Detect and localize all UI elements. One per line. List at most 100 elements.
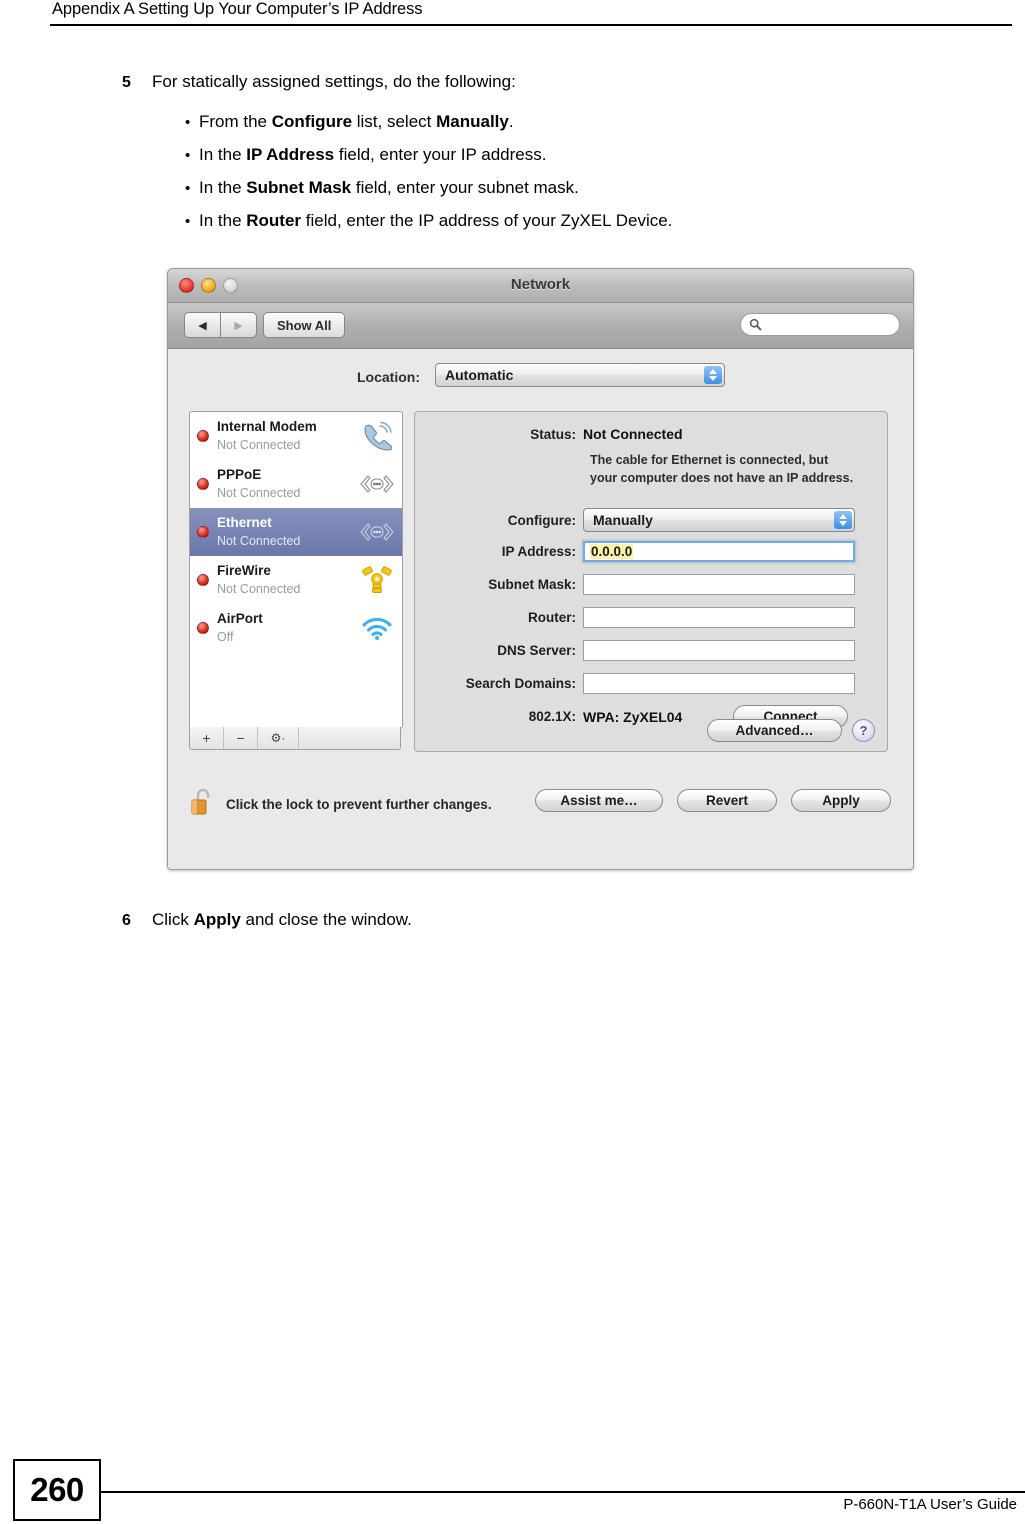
bullet-text: In the Subnet Mask field, enter your sub… [199,178,579,197]
interface-name: FireWire [217,563,271,578]
sidebar-item-airport[interactable]: AirPort Off [190,604,402,652]
bold-term: Router [246,211,302,230]
list-item: • In the Subnet Mask field, enter your s… [185,178,672,211]
back-button[interactable]: ◀ [184,312,220,338]
bold-term: Manually [436,112,509,131]
window-footer: Click the lock to prevent further change… [168,779,913,837]
page-footer: 260 P-660N-T1A User’s Guide [0,1444,1025,1524]
page-number: 260 [30,1471,84,1508]
bold-term: Configure [271,112,353,131]
location-row: Location: Automatic [168,349,913,401]
search-domains-input[interactable] [583,673,855,694]
bullet-icon: • [185,147,191,164]
search-domains-label: Search Domains: [465,676,576,691]
apply-button[interactable]: Apply [791,789,891,812]
window-footer-buttons: Assist me… Revert Apply [535,789,891,812]
dns-server-label: DNS Server: [497,643,576,658]
step-6-number: 6 [122,912,131,929]
page-number-box: 260 [13,1459,101,1521]
lock-area[interactable]: Click the lock to prevent further change… [190,787,492,822]
status-led-icon [197,478,209,490]
sidebar-item-ethernet[interactable]: Ethernet Not Connected [190,508,402,556]
lock-open-icon[interactable] [190,787,216,822]
ip-address-label: IP Address: [501,544,576,559]
step-5-bullet-list: • From the Configure list, select Manual… [185,112,672,244]
panel-bottom-actions: Advanced… ? [707,719,875,742]
page-header: Appendix A Setting Up Your Computer’s IP… [0,0,1025,30]
window-toolbar: ◀ ▶ Show All [168,303,913,349]
bullet-icon: • [185,213,191,230]
step-6-text: Click Apply and close the window. [152,910,412,929]
list-item: • From the Configure list, select Manual… [185,112,672,145]
sidebar-item-pppoe[interactable]: PPPoE Not Connected [190,460,402,508]
configure-value: Manually [593,512,653,528]
interface-status: Not Connected [217,486,301,500]
configure-row: Configure: Manually [415,508,887,532]
bullet-text: In the Router field, enter the IP addres… [199,211,673,230]
interface-status: Not Connected [217,534,301,548]
firewire-icon [358,563,396,597]
chevron-updown-icon [704,366,722,384]
interface-name: PPPoE [217,467,262,482]
ip-address-row: IP Address: 0.0.0.0 [415,541,887,562]
window-title: Network [510,276,571,293]
show-all-button[interactable]: Show All [263,312,346,338]
assist-me-button[interactable]: Assist me… [535,789,663,812]
step-5-number: 5 [122,74,131,91]
chevron-updown-icon [834,511,852,529]
revert-button[interactable]: Revert [677,789,777,812]
subnet-mask-input[interactable] [583,574,855,595]
add-interface-button[interactable]: + [190,727,224,749]
status-label: Status: [530,426,576,442]
list-item: • In the Router field, enter the IP addr… [185,211,672,244]
window-titlebar: Network [168,269,913,303]
step-6: 6 Click Apply and close the window. [122,910,412,930]
step-5-text: For statically assigned settings, do the… [152,72,516,91]
ip-address-input[interactable]: 0.0.0.0 [583,541,855,562]
sidebar-item-firewire[interactable]: FireWire Not Connected [190,556,402,604]
status-value: Not Connected [583,426,683,442]
dns-server-input[interactable] [583,640,855,661]
dot1x-label: 802.1X: [528,709,576,724]
status-description-line-1: The cable for Ethernet is connected, but [590,453,829,467]
interface-detail-panel: Status: Not Connected The cable for Ethe… [414,411,888,752]
step-5: 5 For statically assigned settings, do t… [122,72,516,92]
subnet-mask-label: Subnet Mask: [488,577,576,592]
forward-button[interactable]: ▶ [220,312,257,338]
dns-server-row: DNS Server: [415,640,887,661]
status-row: Status: Not Connected [415,426,887,442]
configure-label: Configure: [507,512,576,528]
help-button[interactable]: ? [852,719,875,742]
bold-term: Subnet Mask [246,178,352,197]
bullet-text: In the IP Address field, enter your IP a… [199,145,547,164]
lock-hint-text: Click the lock to prevent further change… [226,797,492,812]
status-led-icon [197,430,209,442]
gear-icon[interactable]: ⚙· [258,727,299,749]
advanced-button[interactable]: Advanced… [707,719,842,742]
location-dropdown[interactable]: Automatic [435,363,725,387]
remove-interface-button[interactable]: − [224,727,258,749]
search-domains-row: Search Domains: [415,673,887,694]
sidebar-item-internal-modem[interactable]: Internal Modem Not Connected [190,412,402,460]
guide-title: P-660N-T1A User’s Guide [843,1496,1017,1513]
bold-term: Apply [193,910,241,929]
interface-status: Off [217,630,234,644]
bullet-text: From the Configure list, select Manually… [199,112,514,131]
interface-name: Internal Modem [217,419,317,434]
interface-status: Not Connected [217,582,301,596]
bullet-icon: • [185,180,191,197]
status-description-line-2: your computer does not have an IP addres… [590,470,854,485]
router-label: Router: [528,610,576,625]
list-item: • In the IP Address field, enter your IP… [185,145,672,178]
status-description: The cable for Ethernet is connected, but… [590,452,853,488]
router-input[interactable] [583,607,855,628]
airport-icon [358,611,396,645]
configure-dropdown[interactable]: Manually [583,508,855,532]
search-input[interactable] [740,313,900,336]
location-label: Location: [357,369,420,385]
interface-list: Internal Modem Not Connected PPPoE Not C… [189,411,403,729]
ip-address-value: 0.0.0.0 [590,544,634,559]
interface-list-toolbar: + − ⚙· [189,727,401,750]
interface-status: Not Connected [217,438,301,452]
window-content: Internal Modem Not Connected PPPoE Not C… [168,401,913,779]
